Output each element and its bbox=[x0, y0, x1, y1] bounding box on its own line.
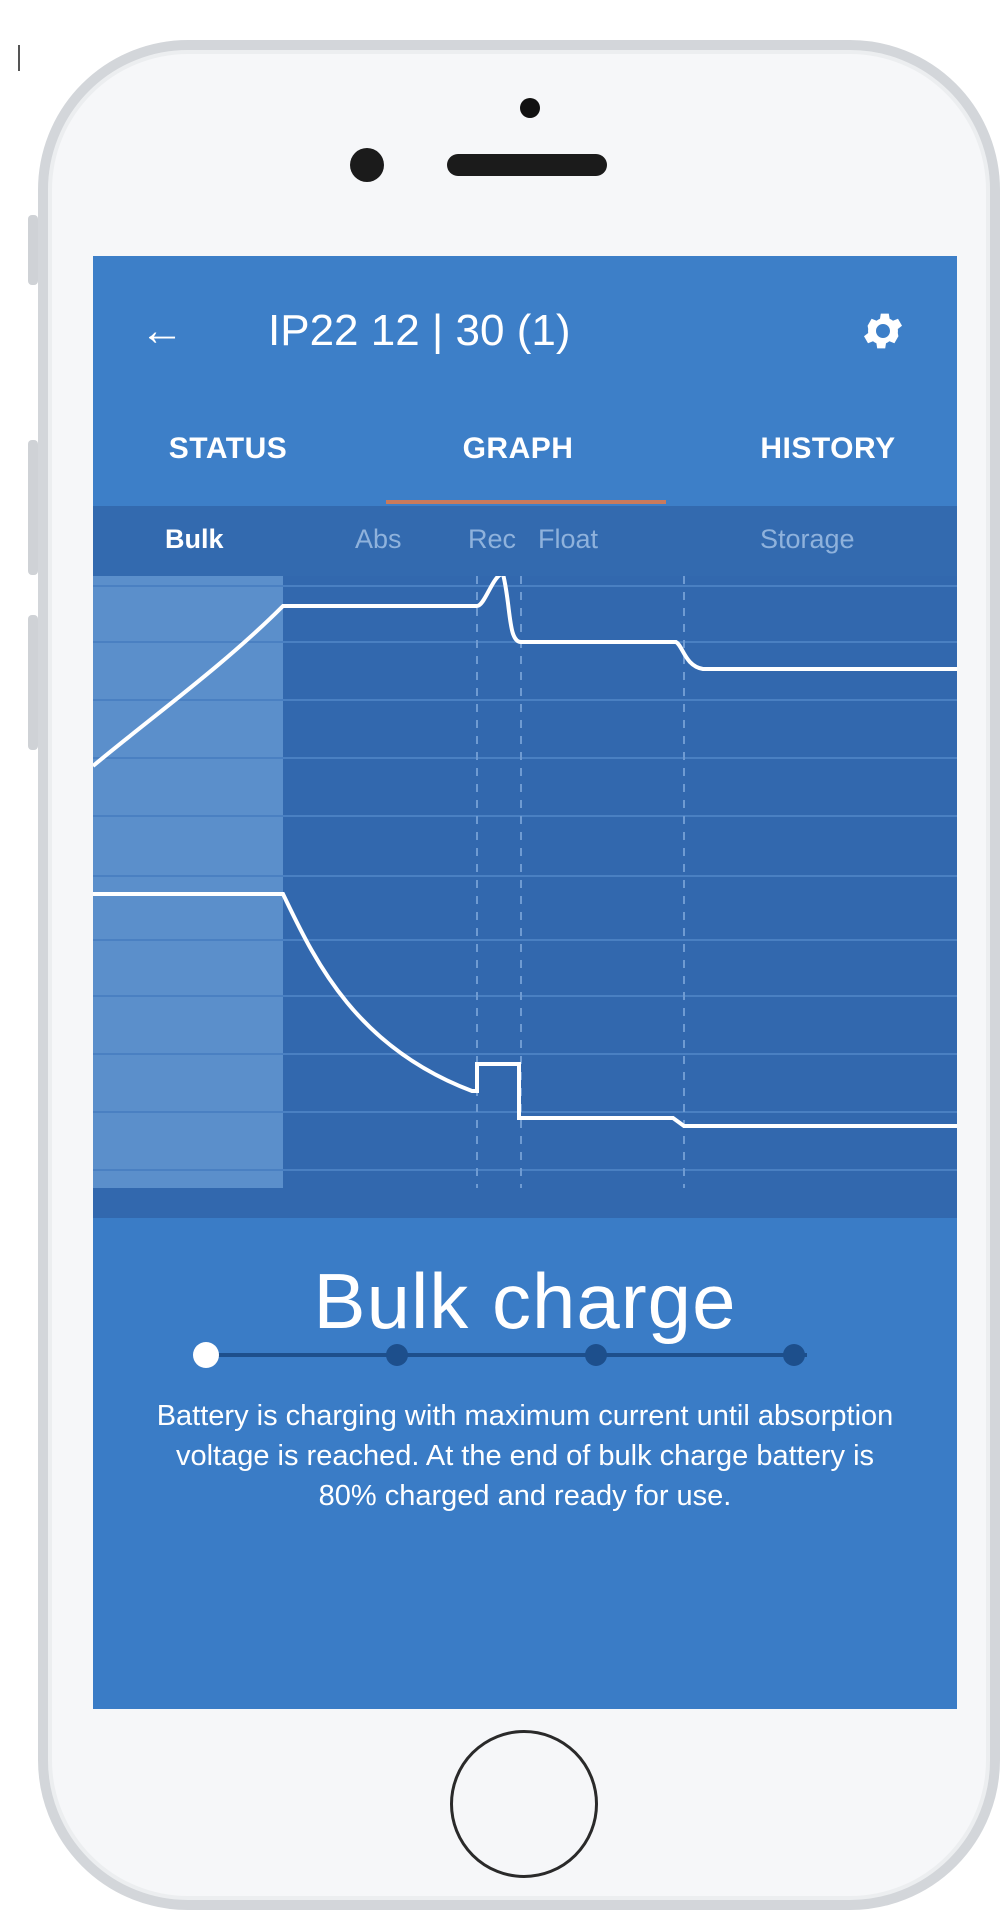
proximity-sensor bbox=[520, 98, 540, 118]
page-title: IP22 12 | 30 (1) bbox=[268, 306, 571, 355]
phase-label-rec[interactable]: Rec bbox=[468, 524, 516, 555]
tab-indicator bbox=[386, 500, 666, 504]
home-button[interactable] bbox=[450, 1730, 598, 1878]
volume-up-button bbox=[28, 440, 38, 575]
mute-switch bbox=[28, 215, 38, 285]
app-bar: ← IP22 12 | 30 (1) bbox=[93, 256, 957, 406]
tab-history[interactable]: HISTORY bbox=[723, 432, 933, 466]
arrow-left-icon[interactable]: ← bbox=[137, 306, 187, 356]
step-dot-2[interactable] bbox=[386, 1344, 408, 1366]
step-dot-4[interactable] bbox=[783, 1344, 805, 1366]
tab-status[interactable]: STATUS bbox=[143, 432, 313, 466]
phase-title: Bulk charge bbox=[313, 1257, 737, 1345]
step-dot-1[interactable] bbox=[193, 1342, 219, 1368]
charge-curve-plot bbox=[93, 576, 957, 1188]
charge-graph: Bulk Abs Rec Float Storage bbox=[93, 506, 957, 1218]
volume-down-button bbox=[28, 615, 38, 750]
earpiece-speaker bbox=[447, 154, 607, 176]
phase-label-storage[interactable]: Storage bbox=[760, 524, 855, 555]
phase-label-abs[interactable]: Abs bbox=[355, 524, 402, 555]
phase-stepper bbox=[193, 1340, 813, 1370]
bulk-phase-highlight bbox=[93, 576, 283, 1188]
phase-separators bbox=[476, 576, 685, 1188]
phase-description: Battery is charging with maximum current… bbox=[156, 1400, 894, 1512]
phase-label-float[interactable]: Float bbox=[538, 524, 598, 555]
stepper-track bbox=[207, 1353, 807, 1357]
phase-label-bulk[interactable]: Bulk bbox=[165, 524, 224, 555]
app-screen: ← IP22 12 | 30 (1) STATUS GRAPH HISTORY … bbox=[93, 256, 957, 1709]
gear-icon[interactable] bbox=[859, 307, 907, 355]
tab-graph[interactable]: GRAPH bbox=[433, 432, 603, 466]
phase-labels: Bulk Abs Rec Float Storage bbox=[93, 506, 957, 576]
edge-mark bbox=[18, 45, 20, 71]
front-camera bbox=[350, 148, 384, 182]
device-canvas: ← IP22 12 | 30 (1) STATUS GRAPH HISTORY … bbox=[0, 0, 1000, 1917]
gear-icon-glyph bbox=[864, 313, 902, 349]
tab-bar: STATUS GRAPH HISTORY bbox=[93, 406, 957, 506]
step-dot-3[interactable] bbox=[585, 1344, 607, 1366]
